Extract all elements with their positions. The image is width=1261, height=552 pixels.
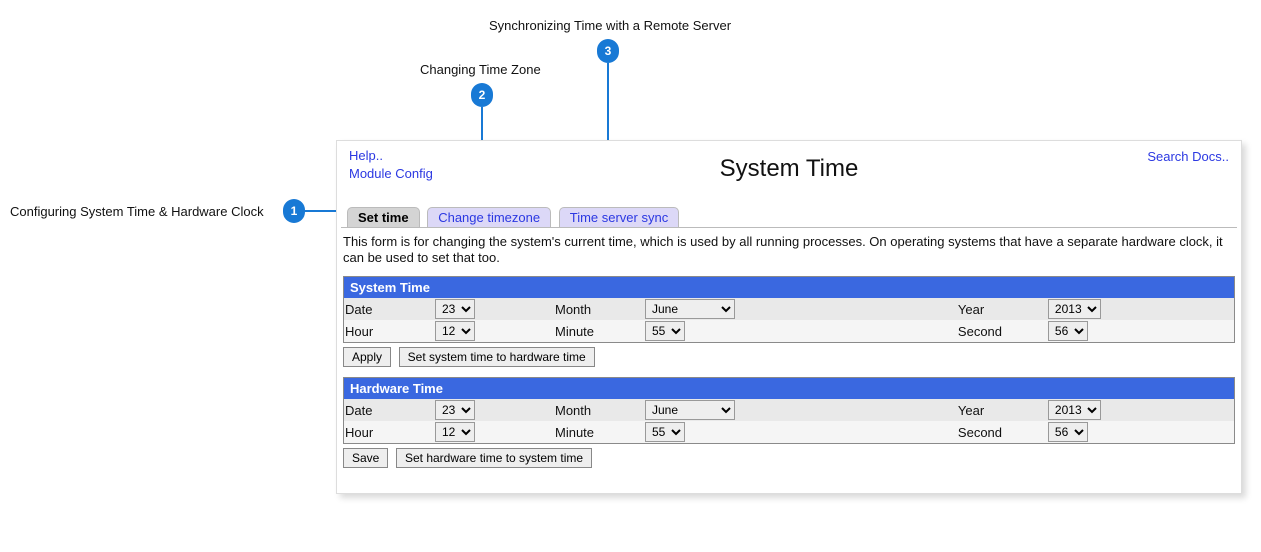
hw-label-date: Date	[344, 399, 434, 421]
top-left-links: Help.. Module Config	[349, 147, 1229, 183]
set-hardware-to-system-button[interactable]: Set hardware time to system time	[396, 448, 592, 468]
hw-date-select[interactable]: 23	[435, 400, 475, 420]
system-time-buttons: Apply Set system time to hardware time	[343, 347, 1235, 367]
label-month: Month	[554, 298, 644, 320]
apply-button[interactable]: Apply	[343, 347, 391, 367]
module-config-link[interactable]: Module Config	[349, 165, 433, 183]
set-system-to-hardware-button[interactable]: Set system time to hardware time	[399, 347, 595, 367]
hw-hour-select[interactable]: 12	[435, 422, 475, 442]
system-minute-select[interactable]: 55	[645, 321, 685, 341]
hw-label-month: Month	[554, 399, 644, 421]
callout-2-badge: 2	[471, 83, 493, 107]
hw-minute-select[interactable]: 55	[645, 422, 685, 442]
hw-label-year: Year	[957, 399, 1047, 421]
label-minute: Minute	[554, 320, 644, 342]
system-year-select[interactable]: 2013	[1048, 299, 1101, 319]
callout-1-label: Configuring System Time & Hardware Clock	[10, 204, 264, 219]
label-year: Year	[957, 298, 1047, 320]
hardware-time-section: Hardware Time Date 23 Month June Year 20…	[343, 377, 1235, 444]
callout-2-label: Changing Time Zone	[420, 62, 541, 77]
search-docs-link[interactable]: Search Docs..	[1147, 149, 1229, 164]
system-time-heading: System Time	[344, 277, 1234, 298]
form-description: This form is for changing the system's c…	[343, 234, 1235, 266]
system-second-select[interactable]: 56	[1048, 321, 1088, 341]
callout-3-label: Synchronizing Time with a Remote Server	[489, 18, 731, 33]
hw-second-select[interactable]: 56	[1048, 422, 1088, 442]
label-hour: Hour	[344, 320, 434, 342]
tab-set-time[interactable]: Set time	[347, 207, 420, 227]
hw-year-select[interactable]: 2013	[1048, 400, 1101, 420]
system-month-select[interactable]: June	[645, 299, 735, 319]
webmin-panel: Help.. Module Config System Time Search …	[336, 140, 1242, 494]
hw-label-hour: Hour	[344, 421, 434, 443]
label-second: Second	[957, 320, 1047, 342]
tab-change-timezone[interactable]: Change timezone	[427, 207, 551, 227]
hw-label-minute: Minute	[554, 421, 644, 443]
hardware-time-buttons: Save Set hardware time to system time	[343, 448, 1235, 468]
hw-label-second: Second	[957, 421, 1047, 443]
tab-row: Set time Change timezone Time server syn…	[341, 207, 1237, 228]
help-link[interactable]: Help..	[349, 147, 383, 165]
topbar: Help.. Module Config System Time Search …	[337, 141, 1241, 183]
system-hour-select[interactable]: 12	[435, 321, 475, 341]
tab-time-server-sync[interactable]: Time server sync	[559, 207, 679, 227]
label-date: Date	[344, 298, 434, 320]
save-button[interactable]: Save	[343, 448, 388, 468]
hw-month-select[interactable]: June	[645, 400, 735, 420]
hardware-time-heading: Hardware Time	[344, 378, 1234, 399]
system-time-section: System Time Date 23 Month June Year 2013…	[343, 276, 1235, 343]
system-date-select[interactable]: 23	[435, 299, 475, 319]
callout-3-badge: 3	[597, 39, 619, 63]
callout-1-badge: 1	[283, 199, 305, 223]
